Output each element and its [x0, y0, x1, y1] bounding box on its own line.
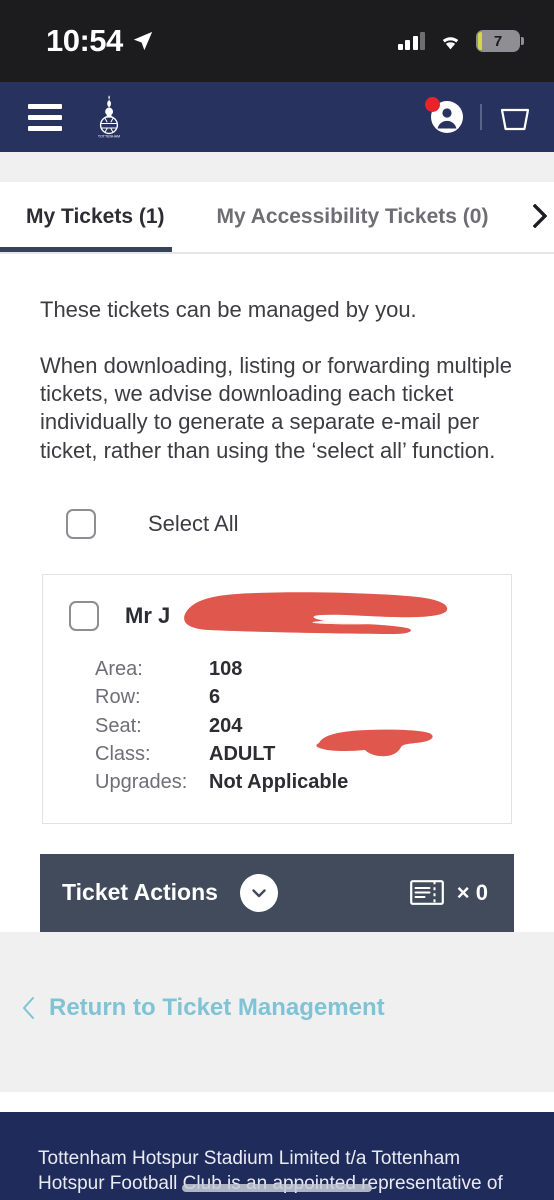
table-row: Area: 108: [95, 655, 511, 683]
header-right-group: [425, 97, 532, 134]
lower-band: Return to Ticket Management: [0, 931, 554, 1092]
ticket-card: Mr J Area: 108 Row: 6 Seat: 204 Class: A…: [42, 573, 512, 824]
site-header: TOTTENHAM: [0, 82, 554, 152]
tottenham-hotspur-cockerel-logo[interactable]: TOTTENHAM: [94, 94, 124, 140]
ticket-select-checkbox[interactable]: [69, 600, 99, 631]
chevron-down-icon[interactable]: [239, 873, 278, 912]
detail-key: Area:: [95, 657, 143, 680]
ticket-actions-left: Ticket Actions: [62, 873, 278, 912]
return-to-ticket-management-link[interactable]: Return to Ticket Management: [0, 994, 554, 1022]
ticket-detail-list: Area: 108 Row: 6 Seat: 204 Class: ADULT …: [95, 655, 511, 797]
detail-value: 6: [209, 686, 221, 709]
detail-value: Not Applicable: [209, 771, 349, 794]
table-row: Row: 6: [95, 683, 511, 711]
detail-key: Upgrades:: [95, 771, 188, 794]
main-content: These tickets can be managed by you. Whe…: [0, 254, 554, 932]
ticket-stub-icon: [409, 880, 444, 906]
ticket-actions-title: Ticket Actions: [62, 879, 218, 906]
location-arrow-icon: [133, 31, 152, 51]
detail-value: 108: [209, 657, 243, 680]
table-row: Class: ADULT: [95, 740, 511, 768]
ios-status-bar: 10:54 7: [0, 0, 554, 82]
intro-paragraph-1: These tickets can be managed by you.: [40, 297, 417, 322]
wifi-icon: [442, 36, 459, 49]
tab-scroll-right-icon[interactable]: [526, 182, 554, 250]
ticket-actions-bar[interactable]: Ticket Actions × 0: [40, 853, 514, 932]
hamburger-menu-icon[interactable]: [28, 103, 62, 131]
notification-badge-dot: [425, 97, 440, 112]
detail-key: Class:: [95, 742, 151, 765]
tab-my-accessibility-tickets[interactable]: My Accessibility Tickets (0): [191, 182, 515, 252]
intro-paragraph-2: When downloading, listing or forwarding …: [40, 353, 513, 463]
battery-indicator: 7: [476, 30, 524, 52]
battery-percent-label: 7: [493, 32, 503, 50]
footer-gap: [0, 1091, 554, 1112]
ticket-tab-bar: My Tickets (1) My Accessibility Tickets …: [0, 182, 554, 254]
detail-key: Seat:: [95, 714, 142, 737]
chevron-left-icon: [23, 996, 34, 1019]
header-spacer: [0, 152, 554, 182]
detail-value: ADULT: [209, 742, 276, 765]
status-bar-left: 10:54: [46, 23, 154, 59]
phone-screen: 10:54 7 TOTTENHAM My Tickets (1) My Acce…: [0, 0, 554, 1200]
select-all-row: Select All: [66, 508, 514, 539]
account-avatar-icon[interactable]: [425, 97, 464, 134]
status-bar-clock: 10:54: [46, 23, 123, 58]
status-bar-right: 7: [397, 30, 524, 52]
battery-level-fill: [478, 32, 482, 50]
return-link-label: Return to Ticket Management: [49, 993, 385, 1021]
ticket-actions-right: × 0: [409, 879, 488, 906]
ios-home-indicator: [182, 1184, 372, 1192]
table-row: Upgrades: Not Applicable: [95, 768, 511, 796]
detail-value: 204: [209, 714, 243, 737]
ticket-count-label: × 0: [456, 879, 488, 905]
header-divider: [480, 104, 482, 130]
detail-key: Row:: [95, 686, 141, 709]
svg-text:TOTTENHAM: TOTTENHAM: [98, 135, 120, 139]
cellular-signal-icon: [397, 32, 425, 50]
ticket-card-header: Mr J: [43, 600, 511, 631]
table-row: Seat: 204: [95, 712, 511, 740]
shopping-basket-icon[interactable]: [498, 101, 532, 133]
header-left-group: TOTTENHAM: [28, 94, 124, 140]
select-all-checkbox[interactable]: [66, 508, 96, 539]
tab-my-tickets[interactable]: My Tickets (1): [0, 182, 191, 252]
ticket-holder-name: Mr J: [125, 602, 171, 628]
select-all-label: Select All: [148, 510, 239, 536]
